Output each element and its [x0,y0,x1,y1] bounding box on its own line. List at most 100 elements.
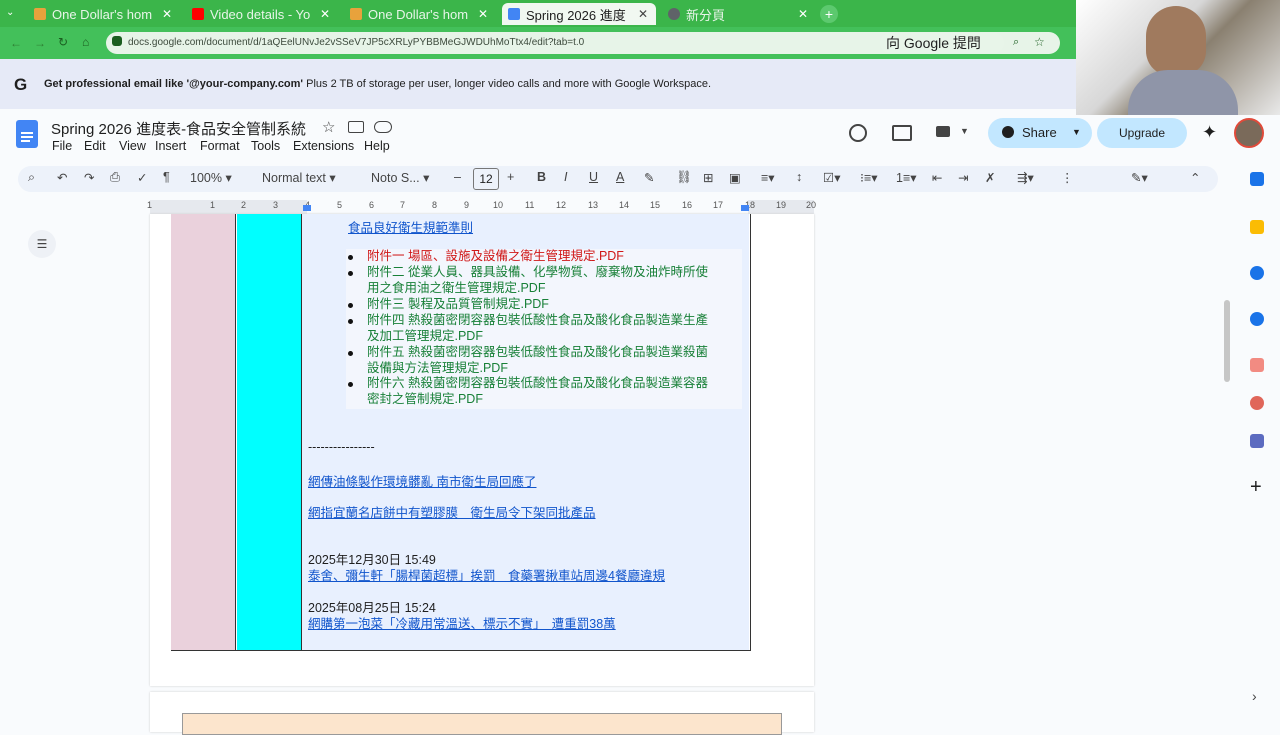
menu-insert[interactable]: Insert [155,139,186,153]
print-icon[interactable]: ⎙ [110,170,120,185]
browser-tab-active[interactable]: Spring 2026 進度 ✕ [502,3,656,25]
back-icon[interactable]: ← [10,36,22,50]
bold-button[interactable]: B [537,170,546,184]
font-size-input[interactable]: 12 [473,168,499,190]
checklist-icon[interactable]: ☑▾ [823,170,840,185]
gemini-icon[interactable]: ✦ [1202,122,1217,143]
keep-icon[interactable] [1250,220,1264,234]
ask-google-button[interactable]: 向 Google 提問 [880,33,1004,53]
menu-extensions[interactable]: Extensions [293,139,354,153]
attachment-link[interactable]: 附件六 熱殺菌密閉容器包裝低酸性食品及酸化食品製造業容器 密封之管制規定.PDF [367,375,708,407]
image-icon[interactable]: ▣ [729,170,741,185]
home-icon[interactable]: ⌂ [82,35,89,49]
table-cell-peach[interactable] [182,713,782,735]
spellcheck-icon[interactable]: ✓ [137,170,147,185]
collapse-menus-icon[interactable]: ⌃ [1190,170,1200,185]
share-button[interactable]: Share ▼ [988,118,1092,148]
site-info-icon[interactable] [112,36,122,46]
chevron-down-icon[interactable]: ▼ [960,126,969,136]
browser-tab[interactable]: Video details - Yo ✕ [186,3,338,25]
font-size-decrease[interactable]: – [454,170,461,184]
comments-icon[interactable] [892,125,912,141]
regulation-link[interactable]: 食品良好衛生規範準則 [348,217,473,236]
document-page-next[interactable] [150,692,814,735]
chevron-right-icon[interactable]: › [1252,688,1257,704]
menu-edit[interactable]: Edit [84,139,106,153]
close-icon[interactable]: ✕ [796,7,810,21]
font-size-increase[interactable]: + [507,170,514,184]
zoom-select[interactable]: 100% ▾ [190,170,232,185]
undo-icon[interactable]: ↶ [57,170,67,185]
underline-button[interactable]: U [589,170,598,184]
close-icon[interactable]: ✕ [160,7,174,21]
tasks-icon[interactable] [1250,266,1264,280]
clear-formatting-icon[interactable]: ✗ [985,170,995,185]
move-folder-icon[interactable] [348,121,364,133]
docs-logo-icon[interactable] [16,120,38,148]
attachment-link[interactable]: 附件四 熱殺菌密閉容器包裝低酸性食品及酸化食品製造業生產 及加工管理規定.PDF [367,312,708,344]
browser-tab[interactable]: One Dollar's hom ✕ [28,3,180,25]
text-color-button[interactable]: A [616,170,624,184]
table-cell-pink[interactable] [171,214,236,650]
decrease-indent-icon[interactable]: ⇤ [932,170,942,185]
version-history-icon[interactable] [849,124,867,142]
addon-icon[interactable] [1250,358,1264,372]
italic-button[interactable]: I [564,170,567,184]
highlight-icon[interactable]: ✎ [644,170,654,185]
forward-icon[interactable]: → [34,36,46,50]
editing-mode-icon[interactable]: ✎▾ [1131,170,1148,185]
attachment-link[interactable]: 附件二 從業人員、器具設備、化學物質、廢棄物及油炸時所使 用之食用油之衛生管理規定… [367,264,708,296]
reload-icon[interactable]: ↻ [58,35,68,49]
menu-format[interactable]: Format [200,139,240,153]
browser-tab[interactable]: 新分頁 ✕ [662,3,816,25]
tab-search-icon[interactable]: ⌄ [6,7,14,18]
right-indent-marker[interactable] [741,205,749,211]
line-spacing-icon[interactable]: ↕ [796,170,802,184]
news-link[interactable]: 網傳油條製作環境髒亂 南市衛生局回應了 [308,471,536,490]
contacts-icon[interactable] [1250,312,1264,326]
numbered-list-icon[interactable]: 1≡▾ [896,170,917,185]
paint-format-icon[interactable]: ¶ [163,170,170,184]
avatar[interactable] [1234,118,1264,148]
star-icon[interactable]: ☆ [322,118,335,136]
more-icon[interactable]: ⋮ [1061,170,1074,185]
new-tab-button[interactable]: + [820,5,838,23]
share-dropdown-icon[interactable]: ▼ [1072,127,1081,137]
news-link[interactable]: 網購第一泡菜「冷藏用常溫送、標示不實」 遭重罰38萬 [308,613,616,632]
attachment-link[interactable]: 附件三 製程及品質管制規定.PDF [367,296,549,312]
cloud-status-icon[interactable] [374,121,392,133]
search-menus-icon[interactable]: ⌕ [28,170,35,185]
indent-marker[interactable] [303,205,311,211]
menu-tools[interactable]: Tools [251,139,280,153]
increase-indent-icon[interactable]: ⇥ [958,170,968,185]
news-link[interactable]: 泰舍、彌生軒「腸桿菌超標」挨罰 食藥署揪車站周邊4餐廳違規 [308,565,665,584]
comment-add-icon[interactable]: ⊞ [703,170,713,185]
bullet-list-icon[interactable]: ⁝≡▾ [860,170,878,185]
link-icon[interactable]: ⛓ [676,170,692,185]
upgrade-button[interactable]: Upgrade [1097,118,1187,148]
scrollbar-thumb[interactable] [1224,300,1230,382]
calendar-icon[interactable] [1250,172,1264,186]
addon-icon[interactable] [1250,396,1264,410]
close-icon[interactable]: ✕ [476,7,490,21]
style-select[interactable]: Normal text ▾ [262,170,336,185]
redo-icon[interactable]: ↷ [84,170,94,185]
font-select[interactable]: Noto S... ▾ [371,170,429,185]
attachment-link[interactable]: 附件一 場區、設施及設備之衛生管理規定.PDF [367,248,624,264]
attachment-link[interactable]: 附件五 熱殺菌密閉容器包裝低酸性食品及酸化食品製造業殺菌 設備與方法管理規定.PD… [367,344,708,376]
browser-tab[interactable]: One Dollar's hom ✕ [344,3,496,25]
format-options-icon[interactable]: ⇶▾ [1017,170,1034,185]
addon-icon[interactable] [1250,434,1264,448]
bookmark-star-icon[interactable]: ☆ [1034,35,1045,49]
menu-help[interactable]: Help [364,139,390,153]
zoom-icon[interactable]: ⌕ [1013,36,1019,49]
align-icon[interactable]: ≡▾ [761,170,775,185]
add-addon-icon[interactable]: + [1250,476,1262,499]
meet-icon[interactable] [936,126,950,137]
close-icon[interactable]: ✕ [636,7,650,21]
close-icon[interactable]: ✕ [318,7,332,21]
news-link[interactable]: 網指宜蘭名店餅中有塑膠膜 衛生局令下架同批產品 [308,502,596,521]
menu-view[interactable]: View [119,139,146,153]
table-cell-cyan[interactable] [237,214,302,650]
document-title[interactable]: Spring 2026 進度表-食品安全管制系統 [51,118,306,139]
